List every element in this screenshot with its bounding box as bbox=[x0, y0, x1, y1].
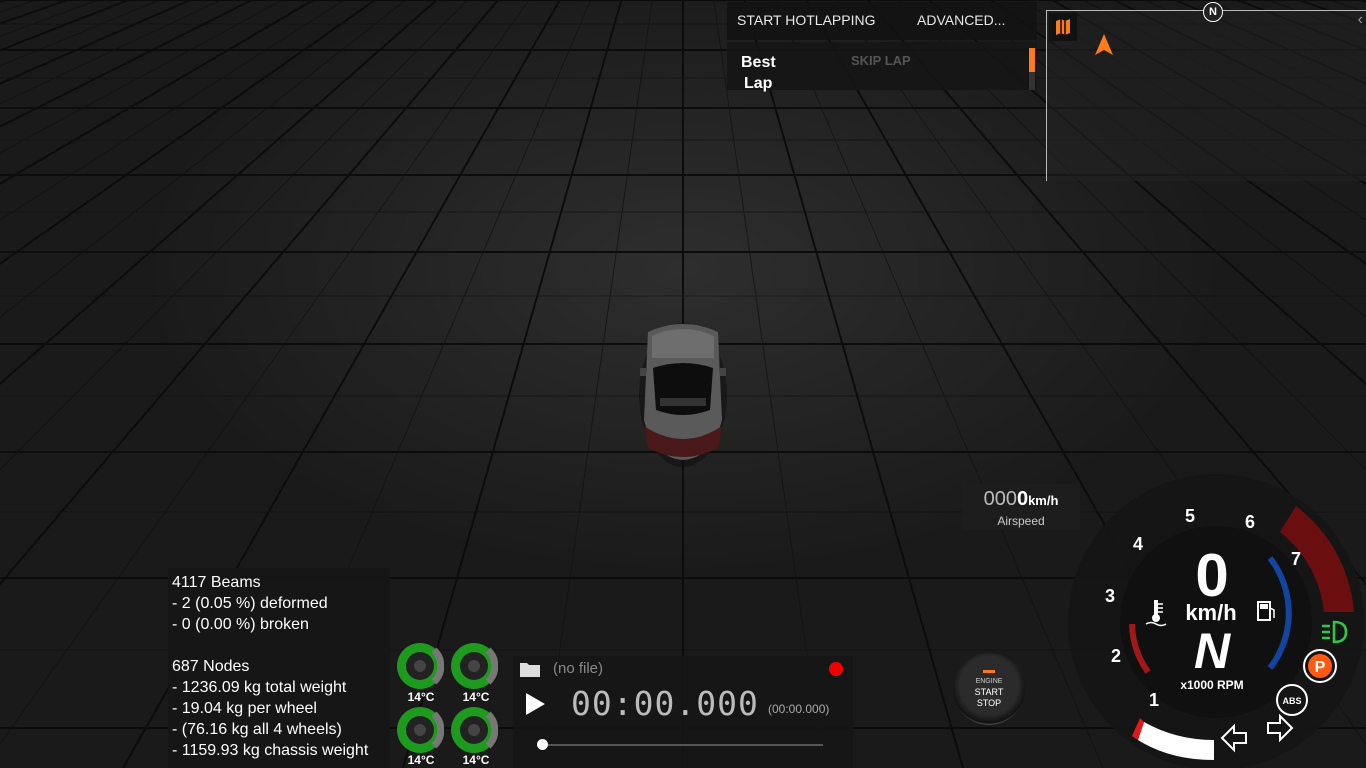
replay-seek-handle[interactable] bbox=[537, 739, 548, 750]
minimap[interactable]: N ‹ bbox=[1046, 2, 1366, 181]
hotlapping-toolbar: START HOTLAPPING ADVANCED... bbox=[727, 2, 1037, 40]
beams-broken: - 0 (0.00 %) broken bbox=[172, 616, 309, 633]
beam-info-panel: 4117 Beams - 2 (0.05 %) deformed - 0 (0.… bbox=[168, 568, 390, 768]
tire-icon-front-right bbox=[451, 643, 498, 689]
folder-icon[interactable] bbox=[519, 660, 541, 678]
north-indicator: N bbox=[1203, 2, 1223, 22]
car-model bbox=[639, 323, 727, 467]
best-lap-label: Best Lap bbox=[741, 52, 776, 94]
weight-all-wheels: - (76.16 kg all 4 wheels) bbox=[172, 721, 342, 738]
replay-panel: (no file) 00:00.000 (00:00.000) bbox=[513, 656, 853, 768]
airspeed-label: Airspeed bbox=[997, 514, 1045, 528]
replay-time: 00:00.000 bbox=[571, 684, 759, 723]
parking-brake-icon: P bbox=[1303, 649, 1337, 683]
tire-temp-front-left: 14°C bbox=[407, 690, 435, 704]
start-hotlapping-button[interactable]: START HOTLAPPING bbox=[737, 12, 875, 28]
rpm-tick-2: 2 bbox=[1111, 646, 1121, 666]
stop-label: STOP bbox=[976, 698, 1002, 708]
record-icon[interactable] bbox=[829, 662, 843, 676]
airspeed-digit: 0 bbox=[1016, 488, 1029, 510]
engine-indicator-bar bbox=[983, 670, 995, 673]
rpm-tick-3: 3 bbox=[1105, 586, 1115, 606]
airspeed-value: 0000km/h bbox=[962, 488, 1080, 511]
rpm-tick-6: 6 bbox=[1245, 512, 1255, 532]
gear-indicator: N bbox=[1194, 623, 1231, 679]
rpm-tick-5: 5 bbox=[1185, 506, 1195, 526]
chassis-weight: - 1159.93 kg chassis weight bbox=[172, 742, 369, 759]
abs-label: ABS bbox=[1282, 696, 1301, 706]
nodes-count: 687 Nodes bbox=[172, 658, 250, 675]
best-lap-label-line2: Lap bbox=[744, 75, 773, 92]
gauge-cluster: 1 2 3 4 5 6 7 0 km/h N x1000 RPM P ABS bbox=[1068, 474, 1364, 768]
airspeed-display: 0000km/h Airspeed bbox=[962, 484, 1080, 530]
weight-per-wheel: - 19.04 kg per wheel bbox=[172, 700, 317, 717]
skip-lap-button[interactable]: SKIP LAP bbox=[851, 53, 911, 68]
speed-value: 0 bbox=[1195, 542, 1228, 609]
scrollbar-thumb[interactable] bbox=[1029, 48, 1035, 72]
map-icon[interactable] bbox=[1049, 13, 1077, 41]
tire-icon-rear-right bbox=[451, 707, 498, 753]
tire-temp-rear-left: 14°C bbox=[407, 753, 435, 767]
tire-temp-front-right: 14°C bbox=[462, 690, 490, 704]
replay-seek-track[interactable] bbox=[541, 744, 823, 746]
play-icon[interactable] bbox=[523, 692, 547, 716]
rpm-tick-7: 7 bbox=[1291, 549, 1301, 569]
chevron-left-icon[interactable]: ‹ bbox=[1358, 11, 1363, 29]
tire-icon-rear-left bbox=[397, 707, 444, 753]
rpm-unit-label: x1000 RPM bbox=[1180, 678, 1243, 692]
beams-count: 4117 Beams bbox=[172, 574, 261, 591]
best-lap-label-line1: Best bbox=[741, 54, 776, 71]
engine-label: ENGINE bbox=[975, 678, 1003, 685]
replay-file-name: (no file) bbox=[553, 660, 604, 677]
speed-unit: km/h bbox=[1185, 600, 1236, 625]
tire-icon-front-left bbox=[397, 643, 444, 689]
start-label: START bbox=[974, 687, 1004, 697]
total-weight: - 1236.09 kg total weight bbox=[172, 679, 347, 696]
rpm-tick-4: 4 bbox=[1133, 534, 1143, 554]
tire-temp-rear-right: 14°C bbox=[462, 753, 490, 767]
rpm-tick-1: 1 bbox=[1149, 690, 1159, 710]
advanced-button[interactable]: ADVANCED... bbox=[917, 12, 1005, 28]
beams-deformed: - 2 (0.05 %) deformed bbox=[172, 595, 328, 612]
hotlapping-panel: START HOTLAPPING ADVANCED... Best Lap SK… bbox=[727, 2, 1037, 92]
engine-start-stop-button[interactable]: ENGINE START STOP bbox=[953, 653, 1025, 725]
airspeed-unit: km/h bbox=[1028, 493, 1059, 508]
parking-label: P bbox=[1315, 659, 1326, 676]
airspeed-leading-digits: 000 bbox=[983, 488, 1017, 510]
lap-list-scrollbar[interactable] bbox=[1029, 48, 1035, 90]
replay-total-time: (00:00.000) bbox=[768, 702, 830, 716]
lap-times-list: Best Lap SKIP LAP bbox=[727, 42, 1037, 92]
navigation-arrow-icon bbox=[1095, 34, 1113, 55]
